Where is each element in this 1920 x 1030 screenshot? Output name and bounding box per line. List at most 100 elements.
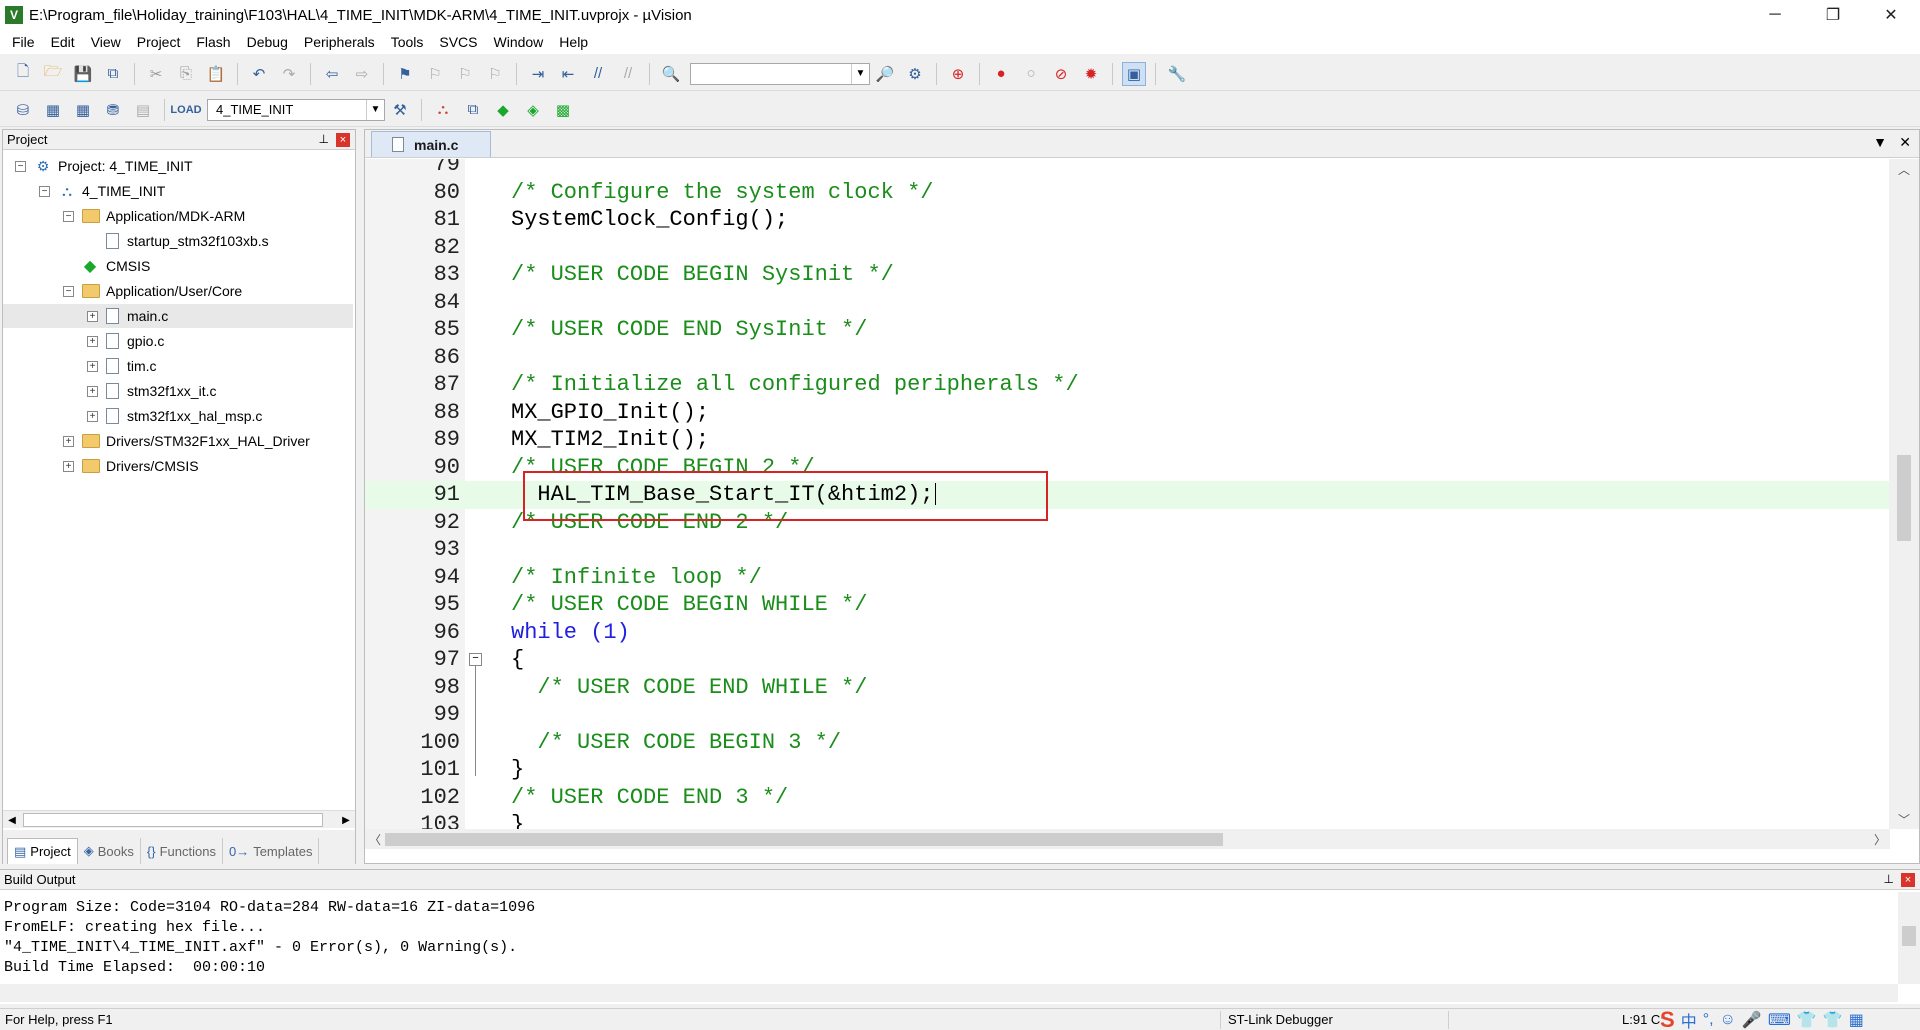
menu-help[interactable]: Help (551, 30, 596, 54)
enable-breakpoint-icon[interactable]: ○ (1019, 62, 1043, 86)
tab-templates[interactable]: 0→ Templates (223, 838, 320, 864)
indent-icon[interactable]: ⇥ (526, 62, 550, 86)
menu-file[interactable]: File (4, 30, 43, 54)
tree-item[interactable]: + gpio.c (87, 329, 164, 353)
save-all-icon[interactable]: ⧉ (101, 62, 125, 86)
window-layout-icon[interactable]: ▣ (1122, 61, 1146, 86)
find-combo[interactable]: ▼ (690, 62, 870, 85)
scroll-down-icon[interactable]: ﹀ (1889, 809, 1919, 829)
vertical-scrollbar[interactable] (1898, 892, 1920, 984)
expand-icon[interactable]: + (63, 435, 74, 447)
tab-main-c[interactable]: main.c (371, 131, 491, 157)
code-line[interactable]: 88 MX_GPIO_Init(); (365, 399, 1890, 427)
tab-list-dropdown-icon[interactable]: ▼ (1873, 134, 1887, 150)
bookmark-icon[interactable]: ⚑ (393, 62, 417, 86)
scroll-right-icon[interactable]: ▶ (337, 811, 355, 829)
tab-functions[interactable]: {} Functions (141, 838, 223, 864)
open-file-icon[interactable]: 🗁 (41, 62, 65, 86)
collapse-icon[interactable]: − (15, 160, 26, 172)
configure-wrench-icon[interactable]: 🔧 (1165, 62, 1189, 86)
clear-bookmarks-icon[interactable]: ⚐ (483, 62, 507, 86)
tree-item[interactable]: − ⛬ 4_TIME_INIT (39, 179, 165, 203)
toolbox-icon[interactable]: ▦ (1849, 1010, 1864, 1030)
expand-icon[interactable]: + (87, 385, 98, 397)
tab-project[interactable]: ▤ Project (7, 838, 78, 864)
code-line[interactable]: 80 /* Configure the system clock */ (365, 179, 1890, 207)
menu-debug[interactable]: Debug (239, 30, 296, 54)
chevron-down-icon[interactable]: ▼ (366, 99, 384, 120)
restore-button[interactable]: ❐ (1804, 0, 1862, 30)
fold-collapse-icon[interactable]: − (469, 653, 482, 667)
keyboard-icon[interactable]: ⌨ (1768, 1010, 1791, 1030)
expand-icon[interactable]: + (87, 410, 98, 422)
redo-icon[interactable]: ↷ (277, 62, 301, 86)
scroll-left-icon[interactable]: ◀ (3, 811, 21, 829)
collapse-icon[interactable]: − (63, 210, 74, 222)
code-line[interactable]: 82 (365, 234, 1890, 262)
copy-icon[interactable]: ⎘ (174, 62, 198, 86)
code-line[interactable]: 97 {− (365, 646, 1890, 674)
horizontal-scrollbar[interactable]: 〈 〉 (365, 829, 1890, 849)
tree-item[interactable]: ◆ CMSIS (63, 254, 151, 278)
tree-item[interactable]: + tim.c (87, 354, 157, 378)
code-line[interactable]: 96 while (1) (365, 619, 1890, 647)
tree-item[interactable]: − Application/User/Core (63, 279, 242, 303)
minimize-button[interactable]: ─ (1746, 0, 1804, 30)
code-line[interactable]: 98 /* USER CODE END WHILE */ (365, 674, 1890, 702)
stm32cubemx-icon[interactable]: ▩ (551, 98, 575, 122)
scroll-up-icon[interactable]: ︿ (1889, 159, 1919, 179)
scroll-right-icon[interactable]: 〉 (1870, 829, 1890, 849)
code-line[interactable]: 99 (365, 701, 1890, 729)
horizontal-scrollbar[interactable]: ◀ ▶ (3, 810, 355, 828)
tree-item[interactable]: + stm32f1xx_it.c (87, 379, 216, 403)
code-line[interactable]: 93 (365, 536, 1890, 564)
find-in-files-icon[interactable]: 🔍 (659, 62, 683, 86)
incremental-find-icon[interactable]: ⚙ (903, 62, 927, 86)
start-debug-icon[interactable]: ⊕ (946, 62, 970, 86)
select-packs-icon[interactable]: ⧉ (461, 98, 485, 122)
manage-project-items-icon[interactable]: ⛬ (431, 98, 455, 122)
skin-icon[interactable]: 👕 (1797, 1010, 1817, 1030)
tree-item[interactable]: + main.c (3, 304, 353, 328)
code-line[interactable]: 81 SystemClock_Config(); (365, 206, 1890, 234)
code-line[interactable]: 100 /* USER CODE BEGIN 3 */ (365, 729, 1890, 757)
tree-item[interactable]: + Drivers/STM32F1xx_HAL_Driver (63, 429, 310, 453)
expand-icon[interactable]: + (63, 460, 74, 472)
menu-window[interactable]: Window (486, 30, 552, 54)
menu-flash[interactable]: Flash (188, 30, 238, 54)
translate-icon[interactable]: ⛁ (11, 98, 35, 122)
scrollbar-thumb[interactable] (385, 833, 1223, 846)
skin-icon[interactable]: 👕 (1823, 1010, 1843, 1030)
kill-breakpoints-icon[interactable]: ✹ (1079, 62, 1103, 86)
new-file-icon[interactable]: 🗋 (11, 62, 35, 86)
tree-item[interactable]: startup_stm32f103xb.s (87, 229, 269, 253)
code-line[interactable]: 94 /* Infinite loop */ (365, 564, 1890, 592)
tab-books[interactable]: ◈ Books (78, 838, 141, 864)
pin-icon[interactable]: ⊥ (1884, 872, 1894, 886)
collapse-icon[interactable]: − (39, 185, 50, 197)
code-line[interactable]: 87 /* Initialize all configured periphera… (365, 371, 1890, 399)
punctuation-icon[interactable]: °, (1703, 1011, 1714, 1029)
manage-runtime-icon[interactable]: ◆ (491, 98, 515, 122)
scrollbar-thumb[interactable] (23, 813, 323, 827)
microphone-icon[interactable]: 🎤 (1742, 1010, 1762, 1030)
undo-icon[interactable]: ↶ (247, 62, 271, 86)
code-line[interactable]: 95 /* USER CODE BEGIN WHILE */ (365, 591, 1890, 619)
prev-bookmark-icon[interactable]: ⚐ (423, 62, 447, 86)
unindent-icon[interactable]: ⇤ (556, 62, 580, 86)
tree-item[interactable]: − ⚙ Project: 4_TIME_INIT (15, 154, 193, 178)
menu-tools[interactable]: Tools (383, 30, 432, 54)
code-line[interactable]: 85 /* USER CODE END SysInit */ (365, 316, 1890, 344)
scrollbar-thumb[interactable] (1902, 926, 1916, 946)
stop-build-icon[interactable]: ▤ (131, 98, 155, 122)
code-line[interactable]: 79 (365, 159, 1890, 179)
close-icon[interactable]: × (336, 133, 350, 147)
emoji-icon[interactable]: ☺ (1720, 1011, 1736, 1029)
options-for-target-icon[interactable]: ⚒ (388, 98, 412, 122)
target-select[interactable]: 4_TIME_INIT ▼ (207, 98, 385, 121)
comment-icon[interactable]: // (586, 62, 610, 86)
close-icon[interactable]: × (1901, 873, 1915, 887)
tree-item[interactable]: + Drivers/CMSIS (63, 454, 199, 478)
code-line[interactable]: 102 /* USER CODE END 3 */ (365, 784, 1890, 812)
menu-svcs[interactable]: SVCS (431, 30, 485, 54)
